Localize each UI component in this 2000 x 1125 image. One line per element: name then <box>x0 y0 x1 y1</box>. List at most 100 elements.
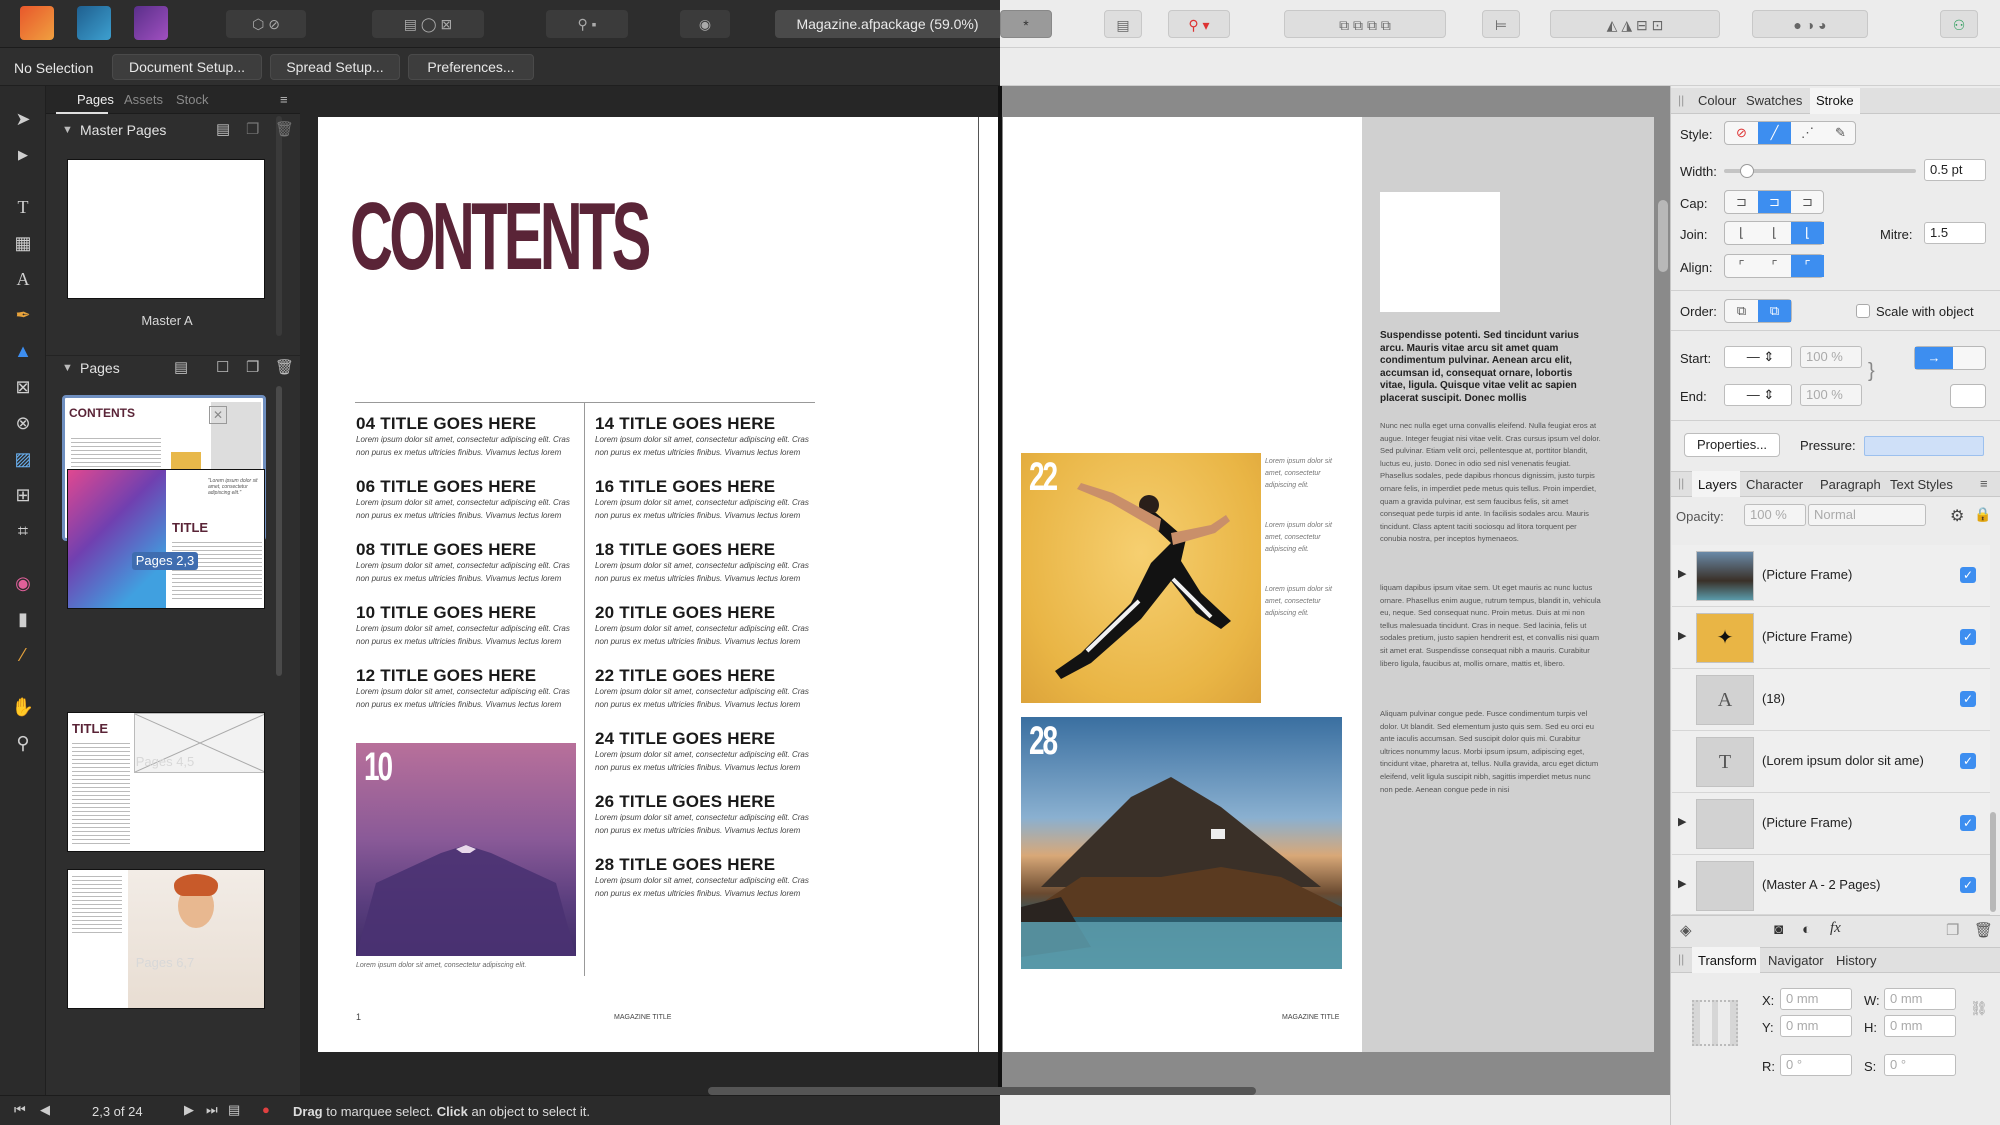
white-placeholder-box[interactable] <box>1380 192 1500 312</box>
butt-cap-icon[interactable]: ⊐ <box>1725 191 1758 213</box>
tab-history[interactable]: History <box>1836 953 1876 968</box>
tab-swatches[interactable]: Swatches <box>1746 93 1802 108</box>
opacity-field[interactable]: 100 % <box>1744 504 1806 526</box>
layer-row[interactable]: T (Lorem ipsum dolor sit ame) ✓ <box>1672 731 1990 793</box>
swap-arrowheads-button[interactable] <box>1950 384 1986 408</box>
body-paragraph-2[interactable]: liquam dapibus ipsum vitae sem. Ut eget … <box>1380 582 1602 670</box>
bevel-join-icon[interactable]: ⌊ <box>1791 222 1824 244</box>
panel-menu-icon[interactable]: ≡ <box>1980 476 1988 491</box>
dashed-stroke-icon[interactable]: ⋰ <box>1791 122 1824 144</box>
body-paragraph-1[interactable]: Nunc nec nulla eget urna convallis eleif… <box>1380 420 1602 546</box>
w-field[interactable]: 0 mm <box>1884 988 1956 1010</box>
tab-layers[interactable]: Layers <box>1698 477 1737 492</box>
panel-grip-icon[interactable]: || <box>1678 93 1684 107</box>
first-page-icon[interactable]: ⏮ <box>14 1102 26 1118</box>
canvas-vertical-scrollbar[interactable] <box>1658 200 1668 272</box>
boolean-icons[interactable]: ● ◑ ◕ <box>1752 10 1868 38</box>
start-scale-field[interactable]: 100 % <box>1800 346 1862 368</box>
page-settings-icon[interactable]: ▤ <box>228 1102 240 1118</box>
page-list-icon[interactable]: ▤ <box>174 358 188 376</box>
master-a-thumbnail[interactable] <box>67 159 265 299</box>
delete-master-icon[interactable]: 🗑 <box>275 120 294 138</box>
y-field[interactable]: 0 mm <box>1780 1015 1852 1037</box>
tab-transform[interactable]: Transform <box>1698 953 1757 968</box>
panel-grip-icon[interactable]: || <box>1678 476 1684 490</box>
arrow-placement-icon[interactable]: → <box>1915 347 1953 369</box>
align-center-icon[interactable]: ⌜ <box>1758 255 1791 277</box>
anchor-point-selector[interactable] <box>1692 1000 1738 1046</box>
hand-tool-icon[interactable]: ✋ <box>10 694 36 720</box>
canvas-horizontal-scrollbar[interactable] <box>708 1087 1256 1095</box>
ellipse-frame-tool-icon[interactable]: ⊗ <box>10 410 36 436</box>
spread-setup-button[interactable]: Spread Setup... <box>270 54 400 80</box>
tab-stock[interactable]: Stock <box>176 92 209 107</box>
preferences-button[interactable]: Preferences... <box>408 54 534 80</box>
zoom-tool-icon[interactable]: ⚲ <box>10 730 36 756</box>
panel-grip-icon[interactable]: || <box>1678 952 1684 966</box>
layer-row[interactable]: ▶ (Picture Frame) ✓ <box>1672 545 1990 607</box>
preflight-icon[interactable]: ⬡ ⊘ <box>226 10 306 38</box>
h-field[interactable]: 0 mm <box>1884 1015 1956 1037</box>
align-inside-icon[interactable]: ⌜ <box>1725 255 1758 277</box>
duplicate-page-icon[interactable]: ❐ <box>246 358 259 376</box>
pages-scrollbar[interactable] <box>276 386 282 676</box>
tab-paragraph[interactable]: Paragraph <box>1820 477 1881 492</box>
expand-arrow-icon[interactable]: ▶ <box>1678 567 1686 580</box>
rotation-field[interactable]: 0 ° <box>1780 1054 1852 1076</box>
round-join-icon[interactable]: ⌊ <box>1758 222 1791 244</box>
place-image-tool-icon[interactable]: ▨ <box>10 446 36 472</box>
page-indicator[interactable]: 2,3 of 24 <box>92 1104 143 1119</box>
master-pages-collapse-icon[interactable]: ▼ <box>62 124 73 136</box>
tab-navigator[interactable]: Navigator <box>1768 953 1824 968</box>
delete-layer-icon[interactable]: 🗑 <box>1974 921 1993 939</box>
mask-icon[interactable]: ◙ <box>1774 921 1783 938</box>
scale-with-object-checkbox[interactable] <box>1856 304 1870 318</box>
visibility-checkbox[interactable]: ✓ <box>1960 691 1976 707</box>
preflight-warning-icon[interactable]: ● <box>262 1102 270 1117</box>
runner-image[interactable]: 22 <box>1021 453 1261 703</box>
shape-tool-icon[interactable]: ▲ <box>10 338 36 364</box>
properties-button[interactable]: Properties... <box>1684 433 1780 457</box>
photo-persona-icon[interactable] <box>134 6 168 40</box>
gear-icon[interactable]: ⚙ <box>1950 506 1964 526</box>
expand-arrow-icon[interactable]: ▶ <box>1678 877 1686 890</box>
tab-text-styles[interactable]: Text Styles <box>1890 477 1953 492</box>
user-icon[interactable]: ⚇ <box>1940 10 1978 38</box>
frame-text-tool-icon[interactable]: T <box>10 194 36 220</box>
start-arrowhead-select[interactable]: — ⇕ <box>1724 346 1792 368</box>
end-arrowhead-select[interactable]: — ⇕ <box>1724 384 1792 406</box>
color-picker-tool-icon[interactable]: ⁄ <box>10 642 36 668</box>
stroke-behind-icon[interactable]: ⧉ <box>1725 300 1758 322</box>
contents-heading[interactable]: CONTENTS <box>350 182 651 292</box>
layer-row[interactable]: ▶ ✦ (Picture Frame) ✓ <box>1672 607 1990 669</box>
arrowhead-placement[interactable]: → <box>1914 346 1986 370</box>
move-tool-icon[interactable]: ➤ <box>10 106 36 132</box>
brush-stroke-icon[interactable]: ✎ <box>1824 122 1857 144</box>
spread-thumbnail-6-7[interactable]: TITLE <box>67 712 265 852</box>
layers-stack-icon[interactable]: ◈ <box>1680 921 1692 939</box>
table-tool-icon[interactable]: ▦ <box>10 230 36 256</box>
align-left-icon[interactable]: ⊨ <box>1482 10 1520 38</box>
fill-tool-icon[interactable]: ◉ <box>10 570 36 596</box>
landscape-image[interactable]: 28 <box>1021 717 1342 969</box>
round-cap-icon[interactable]: ⊐ <box>1758 191 1791 213</box>
layer-row[interactable]: A (18) ✓ <box>1672 669 1990 731</box>
link-dimensions-icon[interactable]: ⛓ <box>1970 1000 1988 1017</box>
arrange-icons[interactable]: ⧉ ⧉ ⧉ ⧉ <box>1284 10 1446 38</box>
cap-selector[interactable]: ⊐ ⊐ ⊐ <box>1724 190 1824 214</box>
add-master-icon[interactable]: ▤ <box>216 120 230 138</box>
stroke-order-selector[interactable]: ⧉ ⧉ <box>1724 299 1792 323</box>
body-paragraph-3[interactable]: Aliquam pulvinar congue pede. Fusce cond… <box>1380 708 1602 796</box>
square-cap-icon[interactable]: ⊐ <box>1791 191 1824 213</box>
stroke-style-selector[interactable]: ⊘ ╱ ⋰ ✎ <box>1724 121 1856 145</box>
delete-page-icon[interactable]: 🗑 <box>275 358 294 376</box>
no-stroke-icon[interactable]: ⊘ <box>1725 122 1758 144</box>
crop-tool-icon[interactable]: ⌗ <box>10 518 36 544</box>
mitre-field[interactable]: 1.5 <box>1924 222 1986 244</box>
master-pages-scrollbar[interactable] <box>276 116 282 336</box>
align-icon[interactable]: ▤ <box>1104 10 1142 38</box>
lock-icon[interactable]: 🔒 <box>1974 506 1991 523</box>
adjustment-icon[interactable]: ◐ <box>1802 921 1811 938</box>
designer-persona-icon[interactable] <box>77 6 111 40</box>
add-layer-icon[interactable]: ❐ <box>1946 921 1959 939</box>
